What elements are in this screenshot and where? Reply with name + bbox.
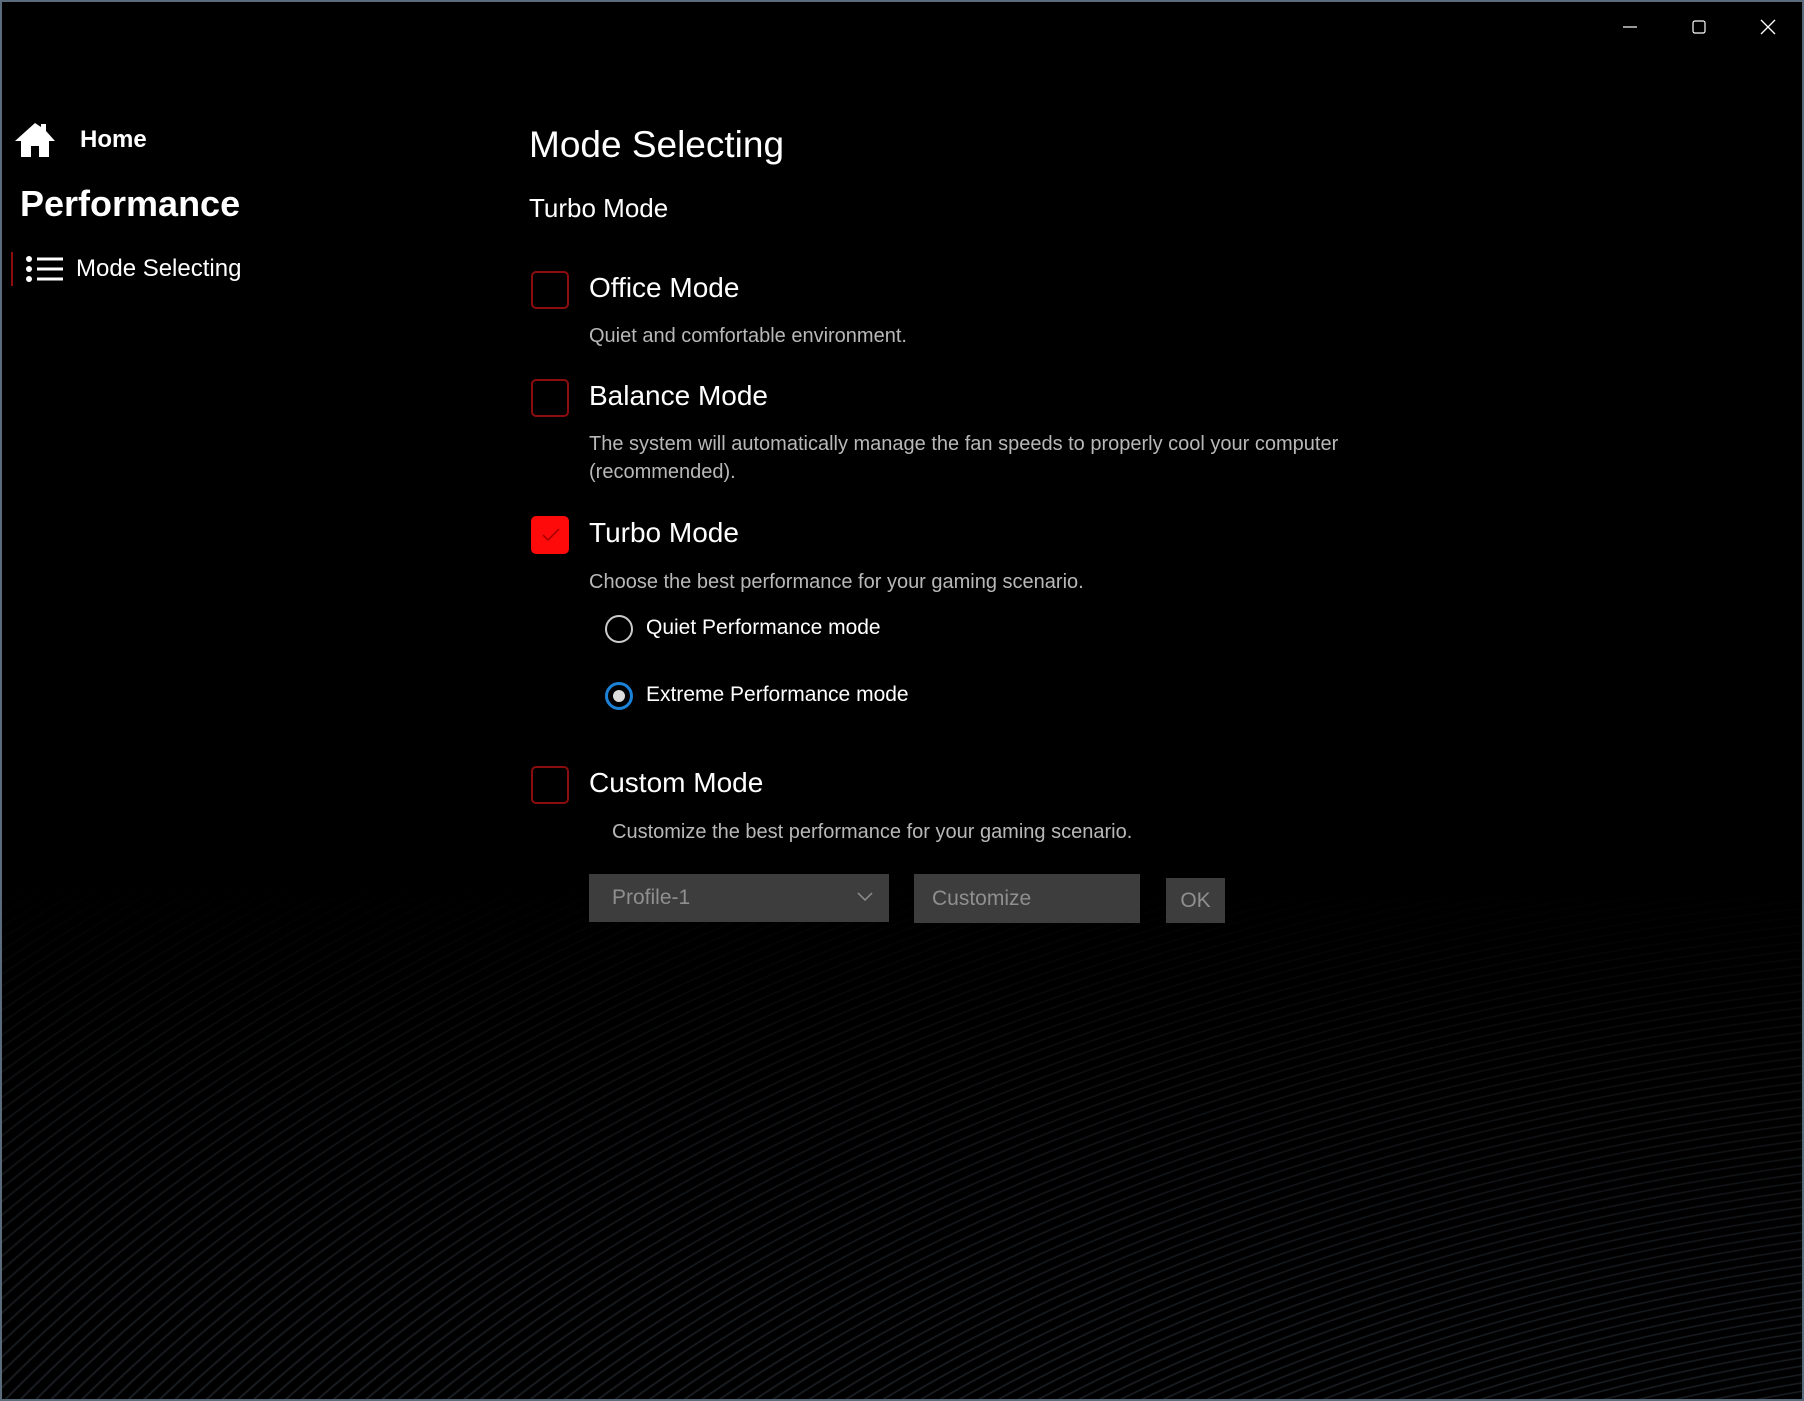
list-icon <box>26 256 63 282</box>
minimize-icon <box>1623 26 1637 28</box>
maximize-button[interactable] <box>1676 10 1722 44</box>
custom-mode-description: Customize the best performance for your … <box>612 821 1133 843</box>
page-title: Mode Selecting <box>529 124 785 165</box>
home-link[interactable] <box>14 121 56 164</box>
turbo-mode-description: Choose the best performance for your gam… <box>589 571 1084 593</box>
balance-mode-checkbox[interactable] <box>531 379 569 417</box>
quiet-performance-label[interactable]: Quiet Performance mode <box>646 616 881 640</box>
custom-mode-title: Custom Mode <box>589 767 764 798</box>
ok-button[interactable]: OK <box>1166 878 1225 923</box>
customize-input[interactable]: Customize <box>914 874 1140 923</box>
quiet-performance-radio[interactable] <box>605 615 633 643</box>
sidebar-item-mode-selecting[interactable]: Mode Selecting <box>10 249 350 289</box>
current-mode-label: Turbo Mode <box>529 193 669 223</box>
ok-label: OK <box>1180 888 1211 912</box>
close-button[interactable] <box>1745 10 1791 44</box>
close-icon <box>1760 19 1776 35</box>
profile-dropdown-value: Profile-1 <box>612 886 691 909</box>
extreme-performance-label[interactable]: Extreme Performance mode <box>646 683 909 707</box>
profile-dropdown[interactable]: Profile-1 <box>589 874 889 922</box>
active-indicator <box>11 252 13 286</box>
sidebar-item-label: Mode Selecting <box>76 255 242 282</box>
office-mode-description: Quiet and comfortable environment. <box>589 325 907 347</box>
balance-mode-title: Balance Mode <box>589 380 769 411</box>
turbo-mode-title: Turbo Mode <box>589 517 739 548</box>
custom-mode-checkbox[interactable] <box>531 766 569 804</box>
checkmark-icon <box>542 528 560 542</box>
extreme-performance-radio[interactable] <box>605 682 633 710</box>
minimize-button[interactable] <box>1607 10 1653 44</box>
section-title: Performance <box>20 183 241 224</box>
balance-mode-description: The system will automatically manage the… <box>589 433 1339 483</box>
turbo-mode-checkbox[interactable] <box>531 516 569 554</box>
home-label[interactable]: Home <box>80 126 147 154</box>
home-icon <box>15 123 55 157</box>
maximize-icon <box>1692 20 1706 34</box>
office-mode-checkbox[interactable] <box>531 271 569 309</box>
background-wave-pattern <box>2 879 1802 1399</box>
customize-placeholder: Customize <box>932 886 1032 910</box>
chevron-down-icon <box>857 892 873 902</box>
office-mode-title: Office Mode <box>589 272 740 303</box>
